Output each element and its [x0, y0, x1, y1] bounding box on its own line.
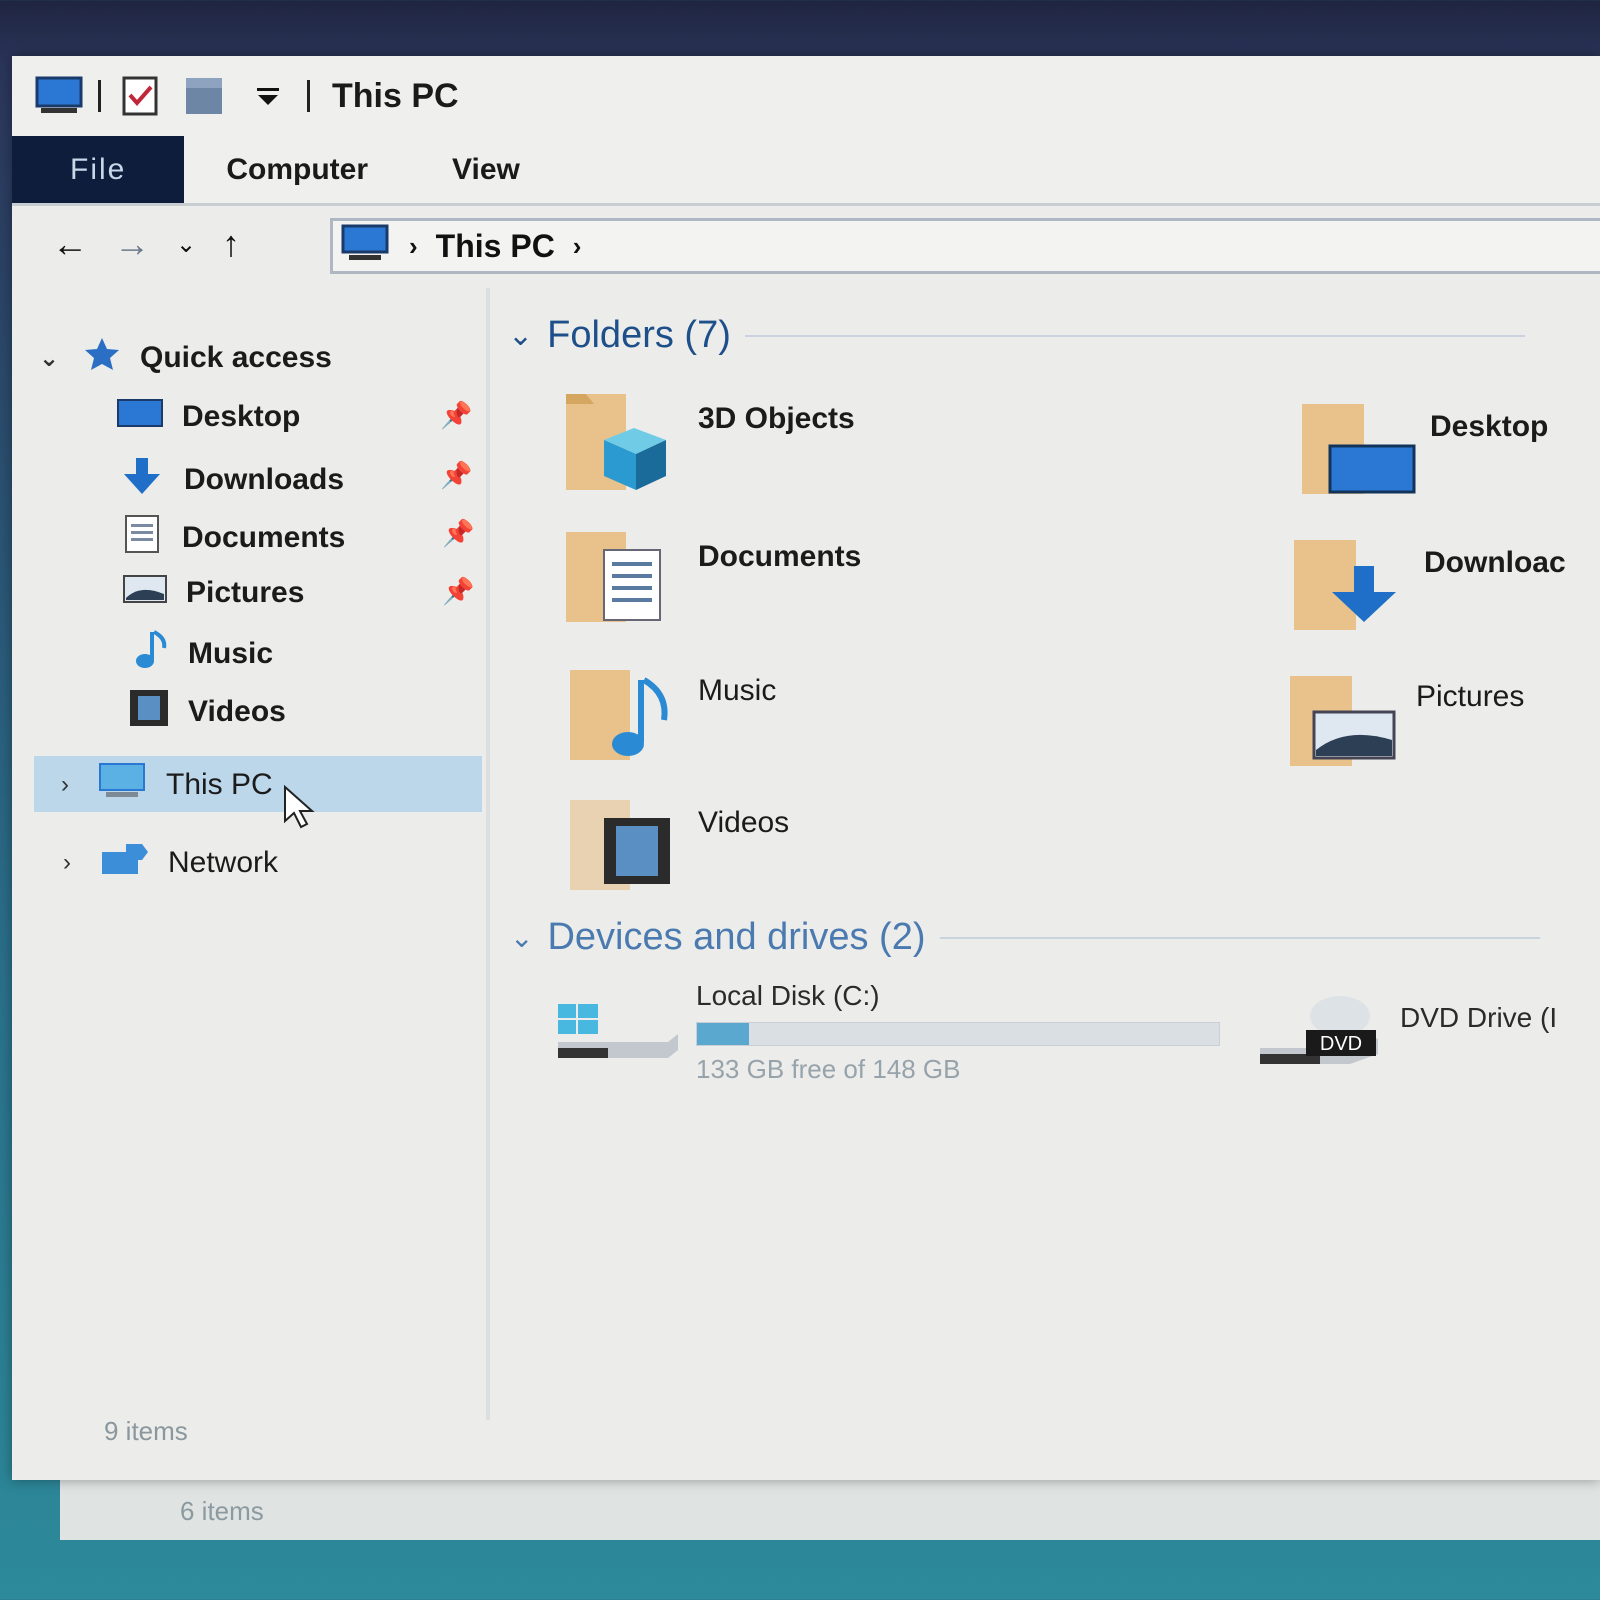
local-disk-tile[interactable]	[554, 992, 684, 1087]
disk-usage-bar	[696, 1022, 1220, 1046]
dvd-drive-tile[interactable]: DVD	[1258, 992, 1388, 1087]
folder-label[interactable]: Videos	[698, 806, 789, 840]
sidebar-item-this-pc[interactable]: › This PC	[50, 762, 273, 808]
pin-icon[interactable]: 📌	[442, 576, 474, 607]
sidebar-item-quick-access[interactable]: ⌄ Quick access	[34, 336, 332, 380]
download-arrow-icon	[118, 456, 166, 504]
folder-3d-objects-icon	[566, 394, 666, 490]
music-note-icon	[130, 630, 170, 678]
dvd-drive-label[interactable]: DVD Drive (I	[1400, 1002, 1557, 1034]
address-this-pc-icon	[341, 224, 391, 269]
pane-divider[interactable]	[486, 288, 490, 1420]
folders-section-header[interactable]: ⌄ Folders (7)	[508, 314, 1525, 357]
folder-downloads-icon	[1294, 540, 1396, 630]
folder-label[interactable]: Desktop	[1430, 410, 1548, 444]
network-icon	[100, 840, 150, 886]
hard-drive-windows-icon	[558, 1004, 678, 1058]
folder-label[interactable]: Downloac	[1424, 546, 1566, 580]
local-disk-label[interactable]: Local Disk (C:)	[696, 980, 880, 1012]
sidebar-item-label: This PC	[166, 768, 273, 801]
back-arrow-icon[interactable]: ←	[52, 223, 88, 265]
star-icon	[82, 336, 122, 380]
breadcrumb-this-pc[interactable]: This PC	[436, 228, 555, 265]
picture-icon	[122, 572, 168, 614]
folder-label[interactable]: Documents	[698, 540, 861, 574]
pin-icon[interactable]: 📌	[440, 400, 472, 431]
sidebar-item-label: Quick access	[140, 341, 332, 374]
toolbar-separator	[98, 80, 101, 112]
chevron-down-icon[interactable]: ⌄	[34, 344, 64, 373]
sidebar-item-label: Network	[168, 846, 279, 879]
up-arrow-icon[interactable]: ↑	[222, 223, 240, 265]
tab-view[interactable]: View	[410, 136, 562, 203]
folder-tile-desktop[interactable]	[1300, 400, 1420, 505]
folder-tile-videos[interactable]	[568, 796, 678, 901]
folder-label[interactable]: 3D Objects	[698, 402, 855, 436]
video-film-icon	[128, 688, 170, 736]
section-divider	[744, 334, 1525, 337]
chevron-down-icon[interactable]: ⌄	[510, 921, 533, 954]
sidebar-item-network[interactable]: › Network	[52, 840, 278, 886]
sidebar-item-label: Pictures	[186, 576, 305, 609]
ribbon-tabs: File Computer View	[12, 136, 1600, 206]
folder-music-icon	[570, 670, 668, 760]
new-folder-icon[interactable]	[179, 76, 229, 116]
this-pc-icon	[98, 762, 148, 808]
address-bar[interactable]: › This PC ›	[330, 218, 1600, 274]
folder-tile-music[interactable]	[568, 666, 678, 771]
status-item-count: 9 items	[104, 1416, 188, 1446]
folders-heading: Folders (7)	[547, 314, 731, 356]
sidebar-item-label: Downloads	[184, 463, 345, 496]
folder-label[interactable]: Pictures	[1416, 680, 1524, 714]
dvd-drive-icon: DVD	[1260, 996, 1378, 1064]
chevron-right-icon[interactable]: ›	[50, 771, 80, 799]
devices-heading: Devices and drives (2)	[547, 916, 926, 958]
dvd-badge: DVD	[1320, 1033, 1362, 1055]
sidebar-item-label: Documents	[182, 521, 346, 554]
customize-toolbar-dropdown-icon[interactable]	[243, 76, 293, 116]
disk-usage-fill	[697, 1023, 750, 1045]
sidebar-item-downloads[interactable]: Downloads	[118, 456, 344, 504]
folder-tile-documents[interactable]	[564, 528, 674, 633]
folder-desktop-icon	[1302, 404, 1416, 494]
chevron-right-icon[interactable]: ›	[52, 849, 82, 877]
recent-locations-chevron-icon[interactable]: ⌄	[176, 230, 196, 259]
sidebar-item-desktop[interactable]: Desktop	[116, 396, 300, 438]
sidebar-item-documents[interactable]: Documents	[122, 514, 345, 562]
folder-tile-downloads[interactable]	[1292, 536, 1412, 641]
disk-free-space-text: 133 GB free of 148 GB	[696, 1054, 961, 1084]
breadcrumb-chevron-icon[interactable]: ›	[409, 231, 418, 262]
folder-tile-3d-objects[interactable]	[564, 390, 674, 505]
folder-documents-icon	[566, 532, 661, 622]
sidebar-item-label: Music	[188, 637, 274, 670]
section-divider	[939, 936, 1540, 939]
sidebar-item-pictures[interactable]: Pictures	[122, 572, 304, 614]
chevron-down-icon[interactable]: ⌄	[508, 318, 533, 353]
toolbar-separator	[307, 80, 310, 112]
properties-icon[interactable]	[115, 76, 165, 116]
folder-pictures-icon	[1290, 676, 1396, 766]
folder-videos-icon	[570, 800, 670, 890]
sidebar-item-videos[interactable]: Videos	[128, 688, 286, 736]
window-title: This PC	[332, 76, 459, 115]
folder-tile-pictures[interactable]	[1288, 672, 1408, 777]
sidebar-item-label: Desktop	[182, 400, 301, 433]
title-bar: This PC	[12, 56, 1600, 136]
sidebar-item-music[interactable]: Music	[130, 630, 273, 678]
breadcrumb-chevron-icon[interactable]: ›	[573, 231, 582, 262]
pin-icon[interactable]: 📌	[442, 518, 474, 549]
forward-arrow-icon[interactable]: →	[114, 223, 150, 265]
this-pc-icon[interactable]	[34, 76, 84, 116]
folder-label[interactable]: Music	[698, 674, 776, 708]
tab-file[interactable]: File	[12, 136, 185, 203]
desktop-icon	[116, 396, 164, 438]
sidebar-item-label: Videos	[188, 695, 286, 728]
tab-computer[interactable]: Computer	[184, 136, 410, 203]
document-icon	[122, 514, 164, 562]
background-status-count: 6 items	[180, 1496, 264, 1526]
pin-icon[interactable]: 📌	[440, 460, 472, 491]
devices-section-header[interactable]: ⌄ Devices and drives (2)	[510, 916, 1540, 959]
mouse-cursor-icon	[282, 784, 322, 837]
file-explorer-window: This PC File Computer View ← → ⌄ ↑ › Thi…	[12, 56, 1600, 1480]
